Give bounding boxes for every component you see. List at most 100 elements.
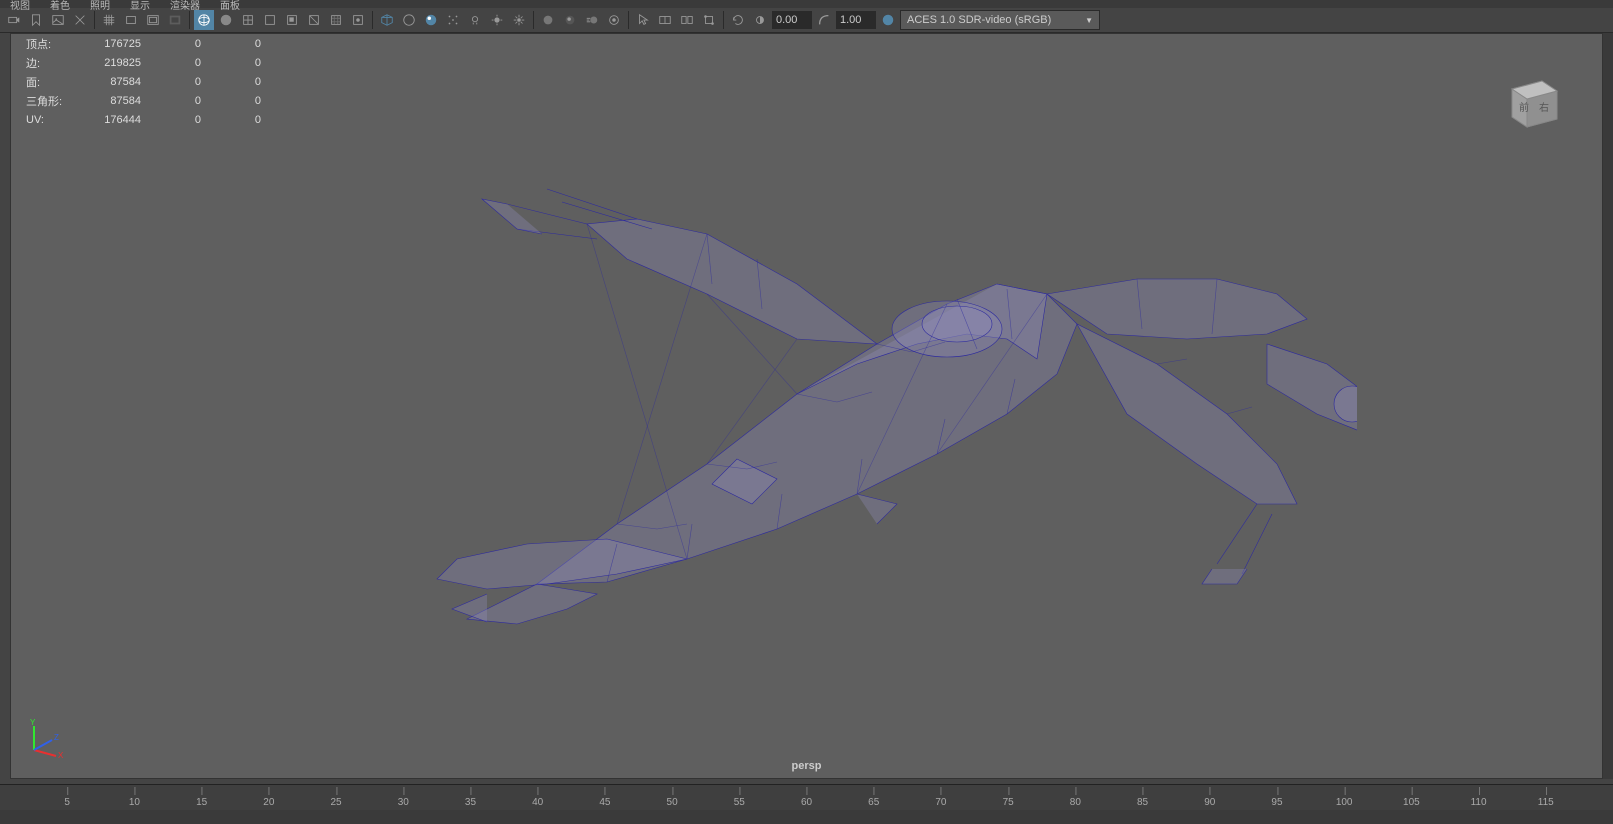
gamma-value[interactable] bbox=[836, 11, 876, 29]
stats-value: 0 bbox=[141, 76, 201, 88]
cube-icon[interactable] bbox=[377, 10, 397, 30]
time-tick: 15 bbox=[196, 797, 207, 808]
motion-blur-icon[interactable] bbox=[582, 10, 602, 30]
stats-value: 176725 bbox=[81, 38, 141, 50]
toolbar-separator bbox=[94, 11, 95, 29]
stats-label: 顶点: bbox=[26, 36, 81, 52]
light-flat-icon[interactable] bbox=[487, 10, 507, 30]
stats-value: 0 bbox=[141, 57, 201, 69]
viewport-scrollbar[interactable] bbox=[1603, 33, 1613, 779]
wireframe-icon[interactable] bbox=[194, 10, 214, 30]
view-cube[interactable]: 前 右 bbox=[1497, 69, 1567, 139]
resolution-gate-icon[interactable] bbox=[143, 10, 163, 30]
refresh-icon[interactable] bbox=[728, 10, 748, 30]
smooth-wire-icon[interactable] bbox=[326, 10, 346, 30]
backface-icon[interactable] bbox=[304, 10, 324, 30]
gamma-icon[interactable] bbox=[814, 10, 834, 30]
stats-value: 0 bbox=[141, 38, 201, 50]
stats-label: UV: bbox=[26, 114, 81, 126]
time-tick: 20 bbox=[263, 797, 274, 808]
time-tick: 5 bbox=[64, 797, 70, 808]
time-tick: 40 bbox=[532, 797, 543, 808]
grid-toggle-icon[interactable] bbox=[99, 10, 119, 30]
film-gate-icon[interactable] bbox=[121, 10, 141, 30]
select-camera-icon[interactable] bbox=[4, 10, 24, 30]
viewport[interactable]: 顶点: 176725 0 0 边: 219825 0 0 面: 87584 0 … bbox=[10, 33, 1603, 779]
stats-value: 0 bbox=[201, 57, 261, 69]
colorspace-dropdown[interactable]: ACES 1.0 SDR-video (sRGB) bbox=[900, 10, 1100, 30]
time-tick: 85 bbox=[1137, 797, 1148, 808]
camera-label: persp bbox=[792, 760, 822, 772]
toolbar-separator bbox=[723, 11, 724, 29]
sphere-toggle-icon[interactable] bbox=[399, 10, 419, 30]
svg-text:X: X bbox=[58, 751, 64, 758]
svg-text:Y: Y bbox=[30, 718, 36, 727]
time-tick: 45 bbox=[599, 797, 610, 808]
time-tick: 55 bbox=[734, 797, 745, 808]
time-tick: 80 bbox=[1070, 797, 1081, 808]
time-tick: 70 bbox=[935, 797, 946, 808]
viewport-toolbar: ACES 1.0 SDR-video (sRGB) bbox=[0, 8, 1613, 33]
two-side-icon[interactable] bbox=[70, 10, 90, 30]
transform-icon[interactable] bbox=[677, 10, 697, 30]
stats-value: 87584 bbox=[81, 95, 141, 107]
depth-icon[interactable] bbox=[604, 10, 624, 30]
svg-text:前: 前 bbox=[1519, 101, 1529, 114]
time-tick: 10 bbox=[129, 797, 140, 808]
toolbar-separator bbox=[189, 11, 190, 29]
light-on-icon[interactable] bbox=[465, 10, 485, 30]
stats-value: 219825 bbox=[81, 57, 141, 69]
svg-text:Z: Z bbox=[54, 733, 59, 742]
stats-row-verts: 顶点: 176725 0 0 bbox=[26, 34, 261, 53]
time-tick: 75 bbox=[1003, 797, 1014, 808]
view-icon[interactable] bbox=[655, 10, 675, 30]
snap-icon[interactable] bbox=[699, 10, 719, 30]
time-tick: 60 bbox=[801, 797, 812, 808]
stats-label: 面: bbox=[26, 74, 81, 90]
smooth-shade-icon[interactable] bbox=[216, 10, 236, 30]
stats-value: 87584 bbox=[81, 76, 141, 88]
sphere-highlight-icon[interactable] bbox=[421, 10, 441, 30]
stats-value: 0 bbox=[141, 114, 201, 126]
bookmark-icon[interactable] bbox=[26, 10, 46, 30]
time-tick: 95 bbox=[1271, 797, 1282, 808]
dots-icon[interactable] bbox=[443, 10, 463, 30]
time-tick: 30 bbox=[398, 797, 409, 808]
stats-value: 0 bbox=[201, 76, 261, 88]
color-manage-icon[interactable] bbox=[878, 10, 898, 30]
textured-icon[interactable] bbox=[238, 10, 258, 30]
time-ruler[interactable]: 5101520253035404550556065707580859095100… bbox=[0, 785, 1613, 810]
exposure-value[interactable] bbox=[772, 11, 812, 29]
cursor-icon[interactable] bbox=[633, 10, 653, 30]
toolbar-separator bbox=[372, 11, 373, 29]
panel-menu-bar: 视图 着色 照明 显示 渲染器 面板 bbox=[0, 0, 1613, 8]
time-tick: 35 bbox=[465, 797, 476, 808]
stats-value: 0 bbox=[201, 38, 261, 50]
stats-value: 176444 bbox=[81, 114, 141, 126]
stats-row-tris: 三角形: 87584 0 0 bbox=[26, 91, 261, 110]
toolbar-separator bbox=[533, 11, 534, 29]
light-full-icon[interactable] bbox=[509, 10, 529, 30]
exposure-icon[interactable] bbox=[750, 10, 770, 30]
timeline[interactable]: 5101520253035404550556065707580859095100… bbox=[0, 784, 1613, 824]
time-tick: 25 bbox=[330, 797, 341, 808]
ao-icon[interactable] bbox=[560, 10, 580, 30]
shadows-icon[interactable] bbox=[282, 10, 302, 30]
stats-label: 边: bbox=[26, 55, 81, 71]
svg-text:右: 右 bbox=[1539, 101, 1549, 114]
gate-mask-icon[interactable] bbox=[165, 10, 185, 30]
texture-placement-icon[interactable] bbox=[348, 10, 368, 30]
stats-row-edges: 边: 219825 0 0 bbox=[26, 53, 261, 72]
toolbar-separator bbox=[628, 11, 629, 29]
image-plane-icon[interactable] bbox=[48, 10, 68, 30]
stats-row-uvs: UV: 176444 0 0 bbox=[26, 110, 261, 129]
stats-value: 0 bbox=[141, 95, 201, 107]
time-tick: 50 bbox=[667, 797, 678, 808]
stats-label: 三角形: bbox=[26, 93, 81, 109]
time-tick: 115 bbox=[1538, 797, 1554, 808]
wireframe-model bbox=[257, 84, 1357, 634]
use-lights-icon[interactable] bbox=[260, 10, 280, 30]
time-tick: 90 bbox=[1204, 797, 1215, 808]
sphere-icon[interactable] bbox=[538, 10, 558, 30]
axis-gizmo: Y X Z bbox=[26, 718, 66, 758]
